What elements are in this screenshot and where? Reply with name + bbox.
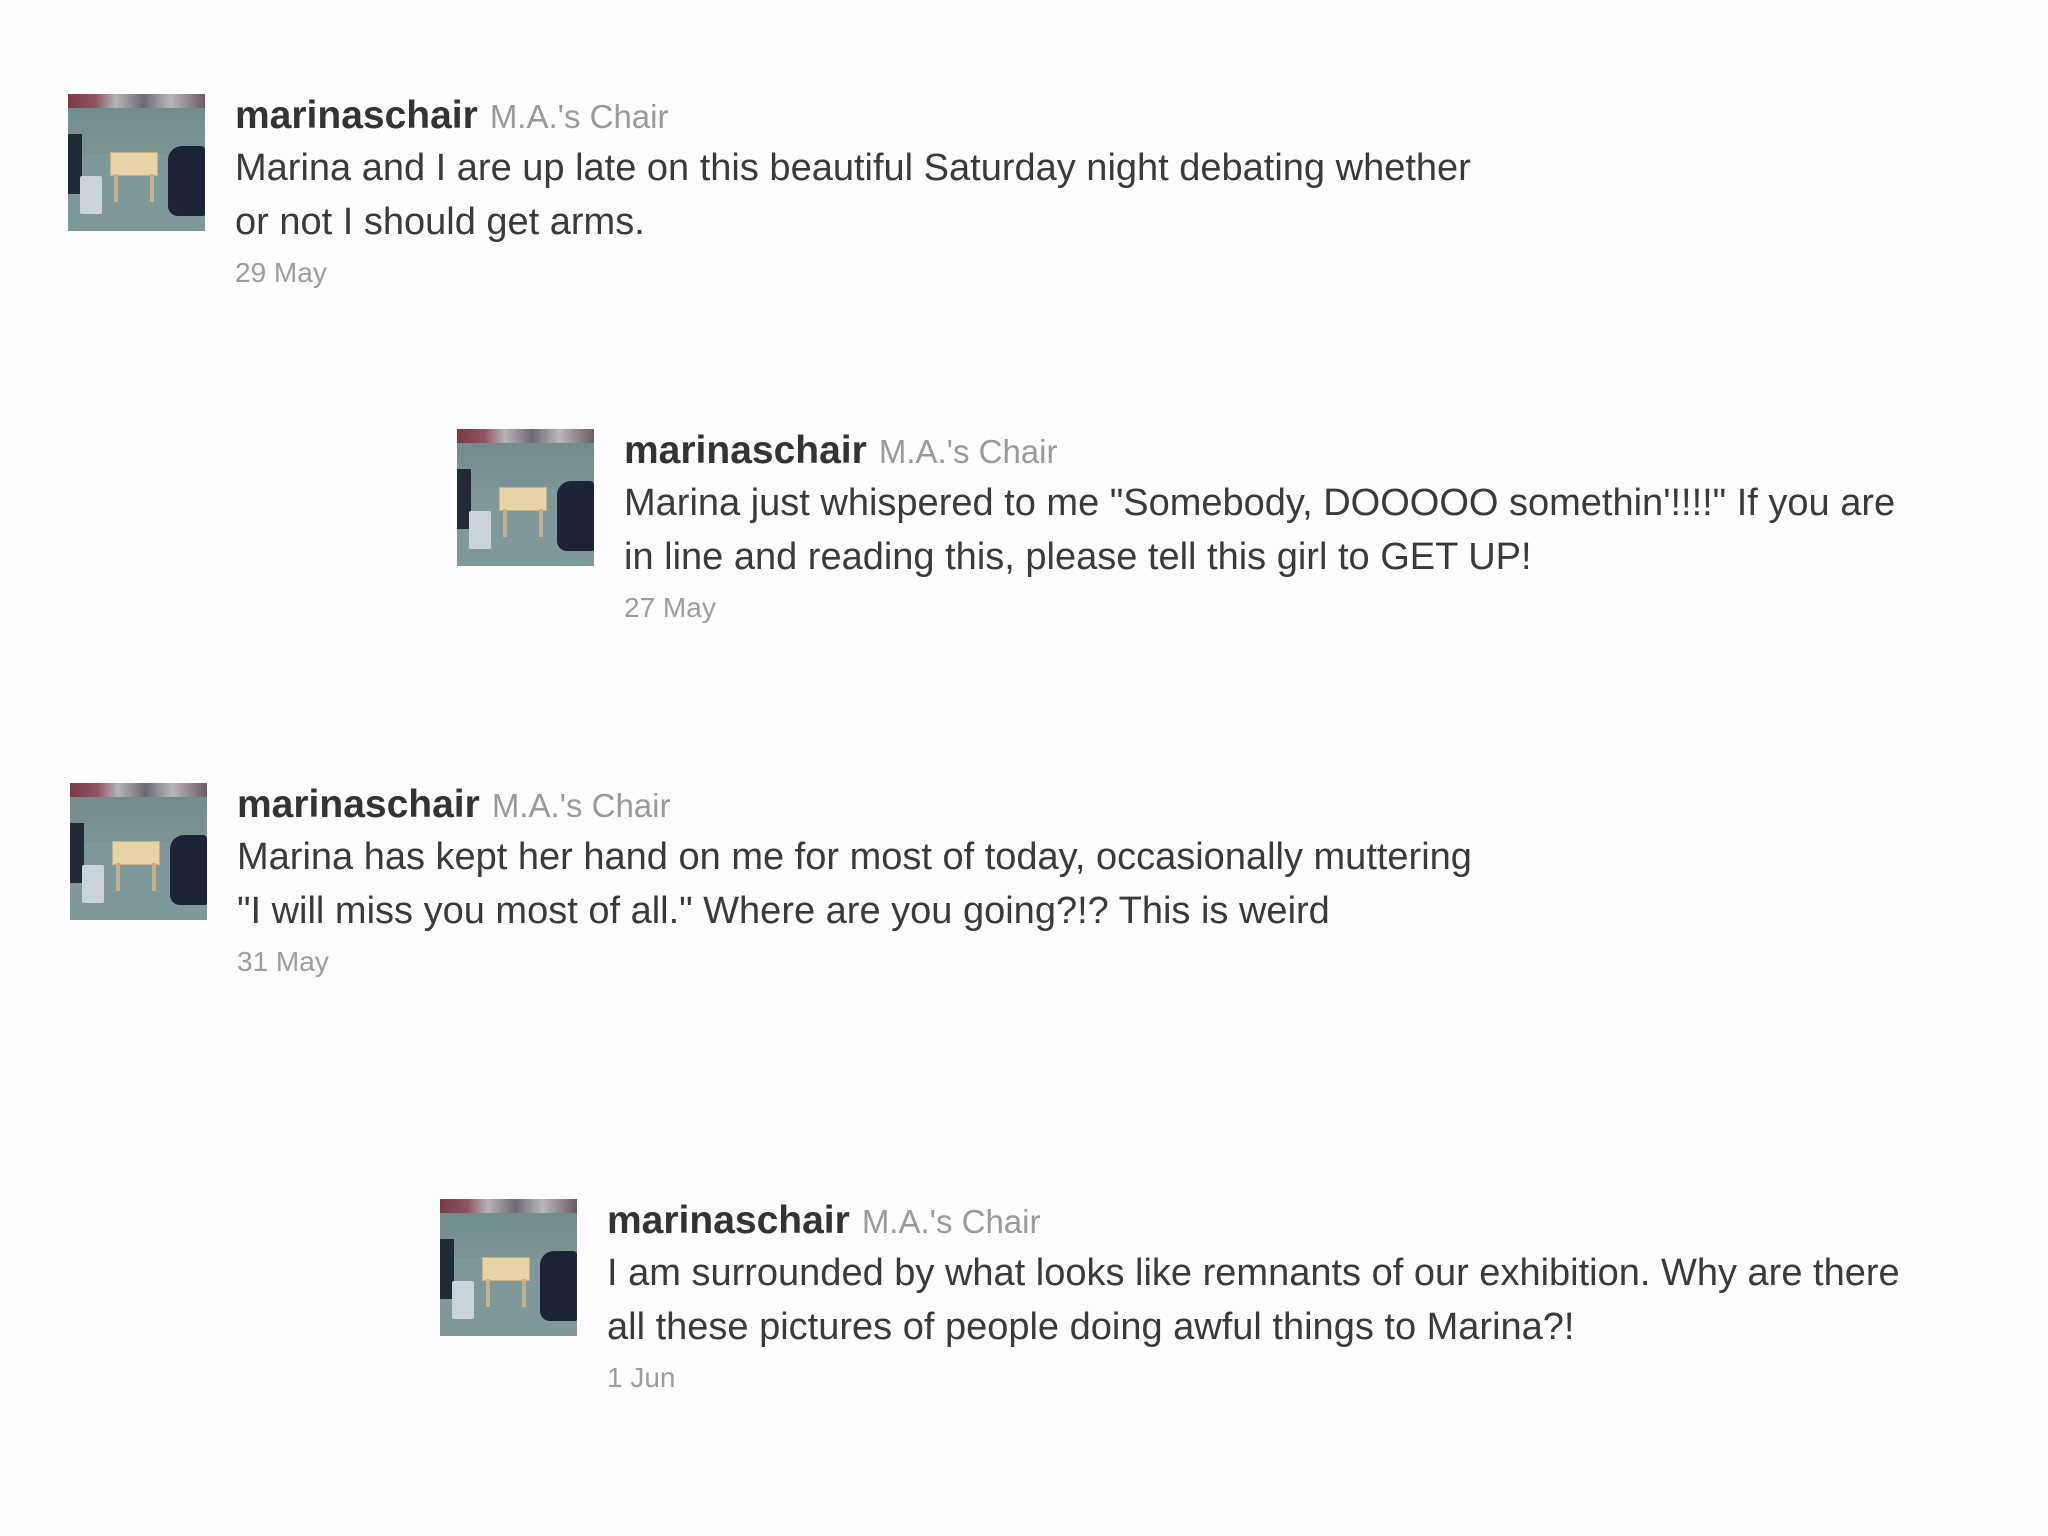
- username-link[interactable]: marinaschair: [235, 94, 478, 138]
- tweet-header: marinaschair M.A.'s Chair: [607, 1199, 1907, 1244]
- avatar[interactable]: [440, 1199, 577, 1336]
- tweet: marinaschair M.A.'s Chair I am surrounde…: [440, 1199, 1907, 1396]
- display-name: M.A.'s Chair: [491, 787, 671, 824]
- username-link[interactable]: marinaschair: [607, 1199, 850, 1243]
- tweet-date[interactable]: 1 Jun: [607, 1360, 1907, 1396]
- tweet-header: marinaschair M.A.'s Chair: [237, 783, 1487, 828]
- tweet-text: I am surrounded by what looks like remna…: [607, 1252, 1900, 1348]
- display-name: M.A.'s Chair: [489, 98, 669, 135]
- tweet-header: marinaschair M.A.'s Chair: [235, 94, 1485, 139]
- tweet-header: marinaschair M.A.'s Chair: [624, 429, 1924, 474]
- tweet: marinaschair M.A.'s Chair Marina has kep…: [70, 783, 1487, 980]
- tweet-date[interactable]: 31 May: [237, 944, 1487, 980]
- username-link[interactable]: marinaschair: [237, 783, 480, 827]
- display-name: M.A.'s Chair: [861, 1203, 1041, 1240]
- tweet-text: Marina has kept her hand on me for most …: [237, 836, 1472, 932]
- tweet-date[interactable]: 27 May: [624, 590, 1924, 626]
- username-link[interactable]: marinaschair: [624, 429, 867, 473]
- tweet-date[interactable]: 29 May: [235, 255, 1485, 291]
- avatar[interactable]: [68, 94, 205, 231]
- avatar[interactable]: [70, 783, 207, 920]
- tweet-text: Marina and I are up late on this beautif…: [235, 147, 1471, 243]
- tweet: marinaschair M.A.'s Chair Marina and I a…: [68, 94, 1485, 291]
- tweet: marinaschair M.A.'s Chair Marina just wh…: [457, 429, 1924, 626]
- avatar[interactable]: [457, 429, 594, 566]
- display-name: M.A.'s Chair: [878, 433, 1058, 470]
- tweet-text: Marina just whispered to me "Somebody, D…: [624, 482, 1896, 578]
